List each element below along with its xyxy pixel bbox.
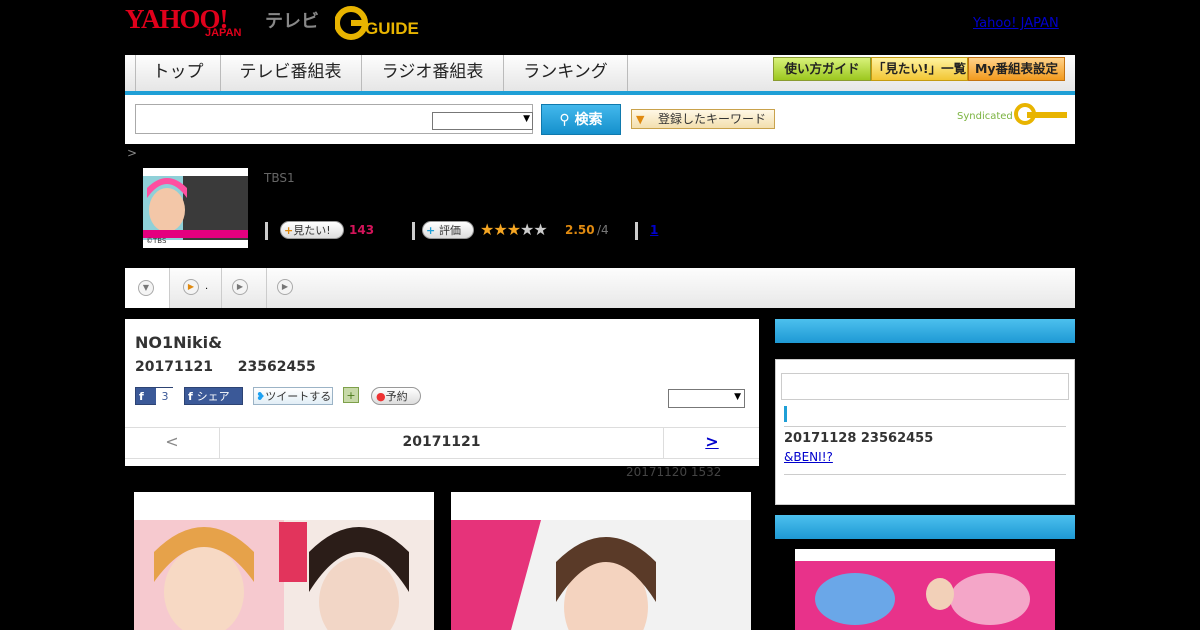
section-marker [784, 406, 787, 422]
dropdown-arrow-icon: ▼ [636, 113, 645, 126]
chevron-down-icon: ▼ [734, 392, 741, 402]
program-thumbnail: ©TBS [143, 168, 248, 248]
next-broadcast-link[interactable]: &BENI!? [784, 450, 833, 464]
twitter-icon: ❥ [256, 390, 266, 403]
rating-max: /4 [597, 223, 609, 237]
plus-icon: + [426, 224, 440, 237]
current-date: 20171121 [402, 434, 481, 450]
review-count-link[interactable]: 1 [650, 223, 658, 237]
search-button-label: 検索 [574, 112, 603, 128]
play-icon: ▶ [183, 279, 199, 295]
chevron-down-icon: ▼ [138, 280, 154, 296]
prev-date-button[interactable]: < [125, 428, 220, 458]
record-icon: ● [376, 390, 386, 403]
sidebar-image[interactable] [795, 549, 1055, 630]
updated-timestamp: 20171120 1532 [626, 465, 722, 479]
divider [265, 222, 268, 240]
want-button[interactable]: +見たい! [280, 221, 344, 239]
rate-button-label: 評価 [439, 224, 462, 237]
gguide-logo[interactable]: GUIDE [334, 6, 431, 40]
tweet-button[interactable]: ❥ツイートする [253, 387, 333, 405]
want-count: 143 [349, 223, 375, 237]
search-button[interactable]: ⚲ 検索 [541, 104, 621, 135]
my-schedule-button[interactable]: My番組表設定 [968, 57, 1065, 81]
rate-button[interactable]: + 評価 [422, 221, 474, 239]
want-button-label: 見たい! [293, 224, 331, 237]
yahoo-japan-link[interactable]: Yahoo! JAPAN [973, 16, 1059, 31]
channel-label: TBS1 [264, 171, 295, 185]
empty-star-icon: ★★ [520, 220, 548, 239]
divider [412, 222, 415, 240]
syndicated-gguide-logo [1013, 103, 1069, 129]
star-icon: ★★ [480, 220, 508, 239]
tab-item[interactable]: ▶ [266, 268, 306, 308]
reserve-label: 予約 [385, 390, 408, 403]
japan-logo: JAPAN [205, 27, 242, 39]
tab-top[interactable]: トップ [135, 55, 221, 91]
next-date-button[interactable]: > [663, 428, 760, 458]
tab-dot: . [205, 281, 209, 292]
next-broadcast-date: 20171128 23562455 [784, 431, 934, 446]
tv-label[interactable]: テレビ [265, 7, 319, 33]
facebook-share-button[interactable]: f シェア [184, 387, 243, 405]
tab-item[interactable]: ▶ . [169, 268, 222, 308]
want-list-button[interactable]: 「見たい!」一覧 [871, 57, 968, 81]
search-icon: ⚲ [559, 112, 575, 128]
facebook-icon: f [188, 390, 197, 403]
gguide-logo-text: GUIDE [365, 19, 419, 38]
divider [635, 222, 638, 240]
thumb-credit: ©TBS [146, 237, 167, 245]
program-title: NO1Niki& [135, 333, 223, 352]
divider [784, 474, 1066, 475]
rating-value: 2.50 [565, 223, 595, 237]
program-tabs: ▼ ▶ . ▶ ▶ [125, 268, 1075, 308]
add-calendar-icon[interactable]: + [343, 387, 359, 403]
divider [784, 426, 1066, 427]
share-label: シェア [196, 390, 230, 403]
image-card[interactable] [134, 492, 434, 630]
chevron-down-icon: ▼ [523, 114, 530, 124]
header: YAHOO! JAPAN テレビ GUIDE Yahoo! JAPAN [125, 0, 1075, 52]
image-card[interactable] [451, 492, 751, 630]
reserve-button[interactable]: ●予約 [371, 387, 421, 405]
sidebar-header [775, 319, 1075, 343]
facebook-count: 3 [156, 388, 174, 405]
tab-ranking[interactable]: ランキング [504, 55, 628, 91]
play-icon: ▶ [277, 279, 293, 295]
tab-selected[interactable]: ▼ [125, 268, 170, 308]
tweet-label: ツイートする [265, 390, 332, 403]
search-bar: ▼ ⚲ 検索 ▼ 登録したキーワード Syndicated [125, 95, 1075, 144]
play-icon: ▶ [232, 279, 248, 295]
search-category-select[interactable]: ▼ [432, 112, 533, 130]
facebook-like-button[interactable]: f 3 [135, 387, 174, 405]
sidebar-input[interactable] [781, 373, 1069, 400]
program-datetime: 20171121 23562455 [135, 359, 316, 375]
half-star-icon: ★ [506, 220, 521, 239]
rating-stars: ★★★★★ [480, 220, 548, 239]
date-navigator: < 20171121 > [125, 427, 759, 459]
option-select[interactable]: ▼ [668, 389, 745, 408]
plus-icon: + [284, 224, 294, 237]
sidebar-header [775, 515, 1075, 539]
next-broadcast-box: 20171128 23562455 &BENI!? [775, 359, 1075, 505]
registered-keyword-button[interactable]: ▼ 登録したキーワード [631, 109, 775, 129]
facebook-icon: f [139, 390, 144, 403]
breadcrumb: > [127, 146, 138, 160]
usage-guide-button[interactable]: 使い方ガイド [773, 57, 871, 81]
syndicated-label: Syndicated [957, 111, 1013, 122]
keyword-button-label: 登録したキーワード [658, 112, 767, 126]
tab-tv-schedule[interactable]: テレビ番組表 [220, 55, 362, 91]
tab-item[interactable]: ▶ [221, 268, 267, 308]
tab-radio-schedule[interactable]: ラジオ番組表 [362, 55, 504, 91]
program-detail: NO1Niki& 20171121 23562455 f 3 f シェア ❥ツイ… [125, 319, 759, 466]
